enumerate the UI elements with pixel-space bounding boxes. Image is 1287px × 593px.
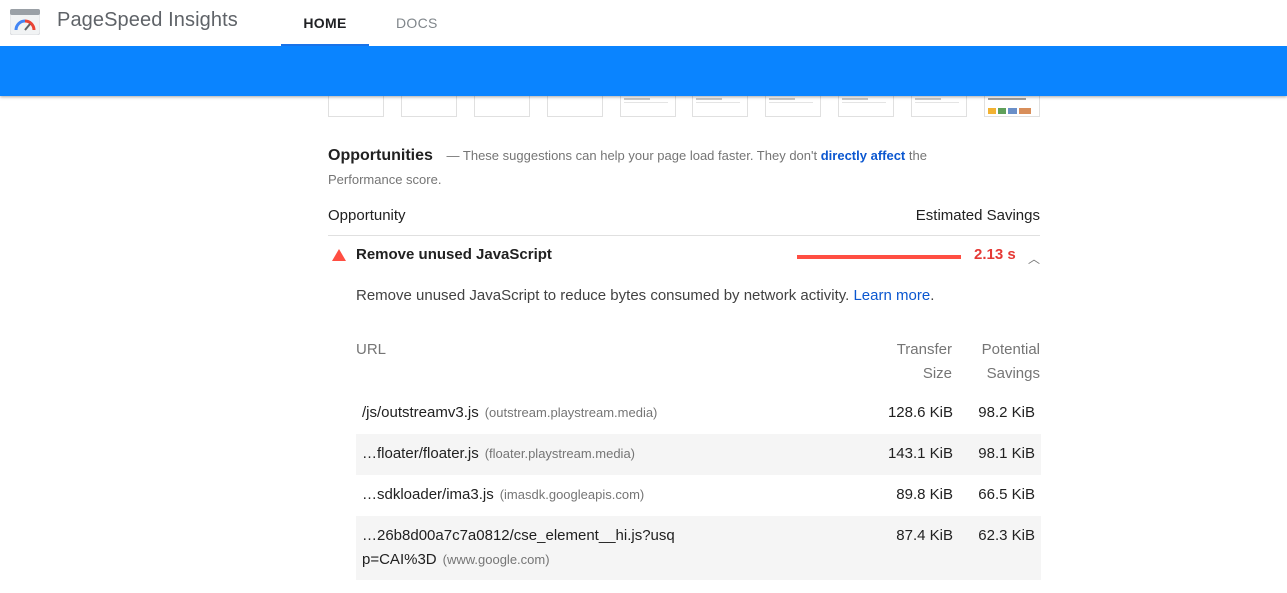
audit-description: Remove unused JavaScript to reduce bytes… (356, 287, 934, 304)
transfer-size-cell: 143.1 KiB (887, 445, 953, 462)
url-cell: …26b8d00a7c7a0812/cse_element__hi.js?usq… (362, 524, 682, 572)
opportunities-desc: These suggestions can help your page loa… (462, 148, 818, 163)
pagespeed-logo-icon[interactable] (9, 8, 41, 36)
tab-docs-label: DOCS (396, 15, 438, 31)
top-app-bar: PageSpeed Insights HOME DOCS (0, 0, 1287, 46)
column-transfer-size: Transfer Size (896, 341, 952, 382)
divider (328, 235, 1040, 236)
app-title[interactable]: PageSpeed Insights (57, 9, 238, 32)
url-host: (imasdk.googleapis.com) (499, 487, 645, 502)
tab-docs[interactable]: DOCS (396, 15, 438, 31)
opportunities-columns: Opportunity Estimated Savings (328, 207, 1040, 224)
potential-savings-cell: 98.2 KiB (978, 404, 1035, 421)
fail-triangle-icon (332, 249, 346, 261)
tab-home-label: HOME (303, 15, 347, 31)
transfer-size-cell: 128.6 KiB (887, 404, 953, 421)
column-opportunity: Opportunity (328, 207, 406, 224)
chevron-up-icon[interactable]: ︿ (1028, 250, 1040, 267)
savings-value: 2.13 s (974, 246, 1016, 263)
accent-bar (0, 46, 1287, 96)
table-row: …sdkloader/ima3.js (imasdk.googleapis.com… (356, 475, 1041, 516)
audit-description-text: Remove unused JavaScript to reduce bytes… (356, 287, 850, 304)
savings-bar (797, 255, 961, 259)
column-estimated-savings: Estimated Savings (915, 207, 1040, 224)
potential-savings-cell: 66.5 KiB (978, 486, 1035, 503)
audit-description-period: . (930, 287, 935, 304)
potential-savings-cell: 98.1 KiB (978, 445, 1035, 462)
active-tab-indicator (281, 44, 369, 46)
audit-remove-unused-javascript[interactable]: Remove unused JavaScript 2.13 s ︿ (328, 246, 1040, 268)
url-path: /js/outstreamv3.js (362, 404, 479, 421)
url-host: (outstream.playstream.media) (484, 405, 658, 420)
tab-home[interactable]: HOME (281, 15, 369, 46)
url-path: …floater/floater.js (362, 445, 479, 462)
table-row: …26b8d00a7c7a0812/cse_element__hi.js?usq… (356, 516, 1041, 580)
url-cell: …floater/floater.js (floater.playstream.m… (362, 442, 692, 466)
learn-more-link[interactable]: Learn more (853, 287, 930, 304)
column-url: URL (356, 341, 387, 358)
opportunities-title: Opportunities (328, 147, 433, 164)
url-cell: …sdkloader/ima3.js (imasdk.googleapis.com… (362, 483, 692, 507)
table-row: …floater/floater.js (floater.playstream.m… (356, 434, 1041, 475)
potential-savings-cell: 62.3 KiB (978, 527, 1035, 544)
directly-affect-link[interactable]: directly affect (821, 148, 906, 163)
transfer-size-cell: 89.8 KiB (896, 486, 953, 503)
url-host: (www.google.com) (442, 552, 550, 567)
audit-title: Remove unused JavaScript (356, 246, 552, 263)
transfer-size-cell: 87.4 KiB (896, 527, 953, 544)
opportunities-dash: — (446, 148, 460, 163)
url-cell: /js/outstreamv3.js (outstream.playstream.… (362, 401, 692, 425)
opportunities-header: Opportunities — These suggestions can he… (328, 144, 968, 192)
url-host: (floater.playstream.media) (484, 446, 635, 461)
column-potential-savings: Potential Savings (981, 341, 1040, 382)
url-path: …sdkloader/ima3.js (362, 486, 494, 503)
